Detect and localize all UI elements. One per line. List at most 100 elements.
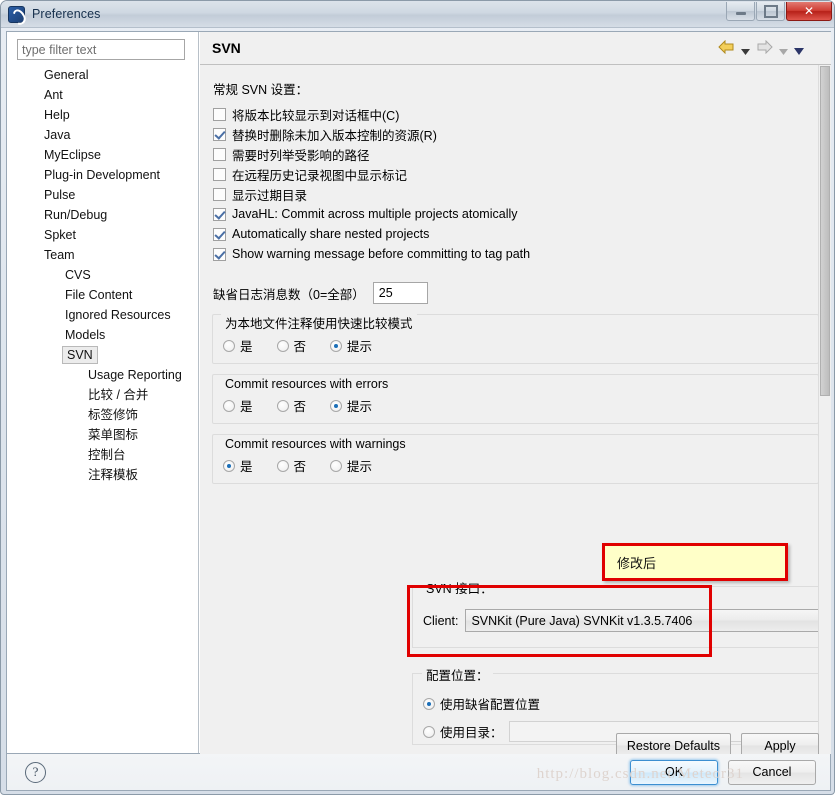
radio-button-icon[interactable] [330, 339, 343, 352]
radio-option-label: 是 [240, 400, 253, 414]
close-button[interactable] [786, 2, 832, 21]
radio-option[interactable]: 是 [223, 336, 253, 355]
sidebar-item-spket[interactable]: Spket [7, 225, 198, 245]
sidebar-item-models[interactable]: Models [7, 325, 198, 345]
maximize-button[interactable] [756, 2, 785, 21]
sidebar-item-ant[interactable]: Ant [7, 85, 198, 105]
view-menu-chevron-down-icon[interactable] [794, 43, 804, 55]
checkbox-row[interactable]: 将版本比较显示到对话框中(C) [213, 104, 831, 124]
checkbox-icon[interactable] [213, 207, 226, 221]
general-settings-label: 常规 SVN 设置： [213, 83, 309, 97]
checkbox-row[interactable]: 需要时列举受影响的路径 [213, 144, 831, 164]
page-header: SVN [200, 32, 831, 65]
annotation-note: 修改后 [602, 543, 788, 581]
radio-group: Commit resources with errors 是 否 提示 [212, 374, 819, 424]
page-scrollbar-thumb[interactable] [820, 66, 830, 396]
radio-option-label: 提示 [347, 340, 373, 354]
radio-button-icon[interactable] [330, 459, 343, 472]
sidebar-item-label: General [44, 68, 89, 82]
radio-options-row: 是 否 提示 [223, 456, 818, 475]
sidebar-item-myeclipse[interactable]: MyEclipse [7, 145, 198, 165]
preferences-tree-pane: General Ant Help Java MyEclipse Plug-in Devel… [7, 32, 199, 753]
sidebar-item-label: 标签修饰 [88, 408, 139, 422]
sidebar-item-label: SVN [62, 346, 98, 364]
svn-client-value: SVNKit (Pure Java) SVNKit v1.3.5.7406 [471, 613, 693, 628]
checkbox-label: 显示过期目录 [232, 188, 308, 203]
sidebar-item-plug-in-development[interactable]: Plug-in Development [7, 165, 198, 185]
radio-option[interactable]: 提示 [330, 336, 372, 355]
radio-custom-directory[interactable] [423, 725, 435, 738]
apply-button[interactable]: Apply [741, 733, 819, 754]
checkbox-label: 将版本比较显示到对话框中(C) [232, 108, 400, 123]
config-location-title: 配置位置： [422, 665, 493, 684]
restore-defaults-button[interactable]: Restore Defaults [615, 733, 731, 754]
annotation-note-text: 修改后 [617, 555, 657, 571]
back-history-chevron-down-icon[interactable] [741, 43, 750, 55]
radio-option-label: 否 [293, 340, 307, 354]
radio-option-label: 否 [293, 460, 307, 474]
checkbox-icon[interactable] [213, 107, 226, 121]
radio-option[interactable]: 提示 [330, 396, 372, 415]
sidebar-item-general[interactable]: General [7, 65, 198, 85]
checkbox-icon[interactable] [213, 147, 226, 161]
radio-default-location[interactable] [423, 697, 435, 710]
checkbox-row[interactable]: 在远程历史记录视图中显示标记 [213, 164, 831, 184]
checkbox-row[interactable]: Show warning message before committing t… [213, 244, 831, 264]
page-scrollbar[interactable] [818, 65, 831, 754]
radio-button-icon[interactable] [223, 339, 235, 352]
radio-button-icon[interactable] [276, 459, 289, 472]
sidebar-item-[interactable]: 标签修饰 [7, 405, 198, 425]
back-arrow-icon[interactable] [718, 40, 735, 54]
config-default-option-row[interactable]: 使用缺省配置位置 [423, 694, 540, 713]
checkbox-icon[interactable] [213, 187, 226, 201]
sidebar-item-[interactable]: 比较 / 合并 [7, 385, 198, 405]
sidebar-item-pulse[interactable]: Pulse [7, 185, 198, 205]
sidebar-item-ignored-resources[interactable]: Ignored Resources [7, 305, 198, 325]
log-messages-input[interactable] [372, 282, 428, 304]
checkbox-icon[interactable] [213, 167, 226, 181]
sidebar-item-java[interactable]: Java [7, 125, 198, 145]
sidebar-item-[interactable]: 菜单图标 [7, 425, 198, 445]
sidebar-item-run-debug[interactable]: Run/Debug [7, 205, 198, 225]
sidebar-item-label: File Content [65, 288, 133, 302]
sidebar-item-label: Run/Debug [44, 208, 108, 222]
radio-option[interactable]: 是 [223, 456, 253, 475]
forward-history-chevron-down-icon[interactable] [779, 43, 788, 55]
checkbox-label: JavaHL: Commit across multiple projects … [232, 207, 518, 221]
sidebar-item-label: 比较 / 合并 [88, 388, 149, 402]
minimize-button[interactable] [726, 2, 755, 21]
sidebar-item-help[interactable]: Help [7, 105, 198, 125]
forward-arrow-icon[interactable] [756, 40, 773, 54]
sidebar-item-label: Spket [44, 228, 76, 242]
sidebar-item-file-content[interactable]: File Content [7, 285, 198, 305]
checkbox-icon[interactable] [213, 247, 226, 261]
question-mark-icon[interactable]: ? [25, 761, 46, 783]
radio-button-icon[interactable] [276, 339, 289, 352]
checkbox-row[interactable]: 显示过期目录 [213, 184, 831, 204]
checkbox-row[interactable]: Automatically share nested projects [213, 224, 831, 244]
radio-button-icon[interactable] [223, 399, 235, 412]
sidebar-item-label: Plug-in Development [44, 168, 161, 182]
radio-option[interactable]: 否 [276, 456, 307, 475]
checkbox-row[interactable]: 替换时删除未加入版本控制的资源(R) [213, 124, 831, 144]
radio-button-icon[interactable] [276, 399, 289, 412]
checkbox-row[interactable]: JavaHL: Commit across multiple projects … [213, 204, 831, 224]
radio-option[interactable]: 否 [276, 396, 306, 415]
sidebar-item-svn[interactable]: SVN [7, 345, 198, 365]
sidebar-item-[interactable]: 控制台 [7, 445, 198, 465]
sidebar-item-label: 控制台 [88, 448, 126, 462]
radio-option[interactable]: 否 [276, 336, 307, 355]
svn-interface-title: SVN 接口： [422, 578, 497, 597]
radio-option[interactable]: 提示 [330, 456, 372, 475]
radio-option[interactable]: 是 [223, 396, 253, 415]
checkbox-icon[interactable] [213, 127, 226, 141]
checkbox-icon[interactable] [213, 227, 226, 241]
sidebar-item-team[interactable]: Team [7, 245, 198, 265]
svn-client-combobox[interactable]: SVNKit (Pure Java) SVNKit v1.3.5.7406 [465, 609, 831, 632]
filter-input[interactable] [17, 39, 185, 60]
sidebar-item-usage-reporting[interactable]: Usage Reporting [7, 365, 198, 385]
sidebar-item-cvs[interactable]: CVS [7, 265, 198, 285]
radio-button-icon[interactable] [330, 399, 343, 412]
sidebar-item-[interactable]: 注释模板 [7, 465, 198, 485]
radio-button-icon[interactable] [223, 459, 235, 472]
